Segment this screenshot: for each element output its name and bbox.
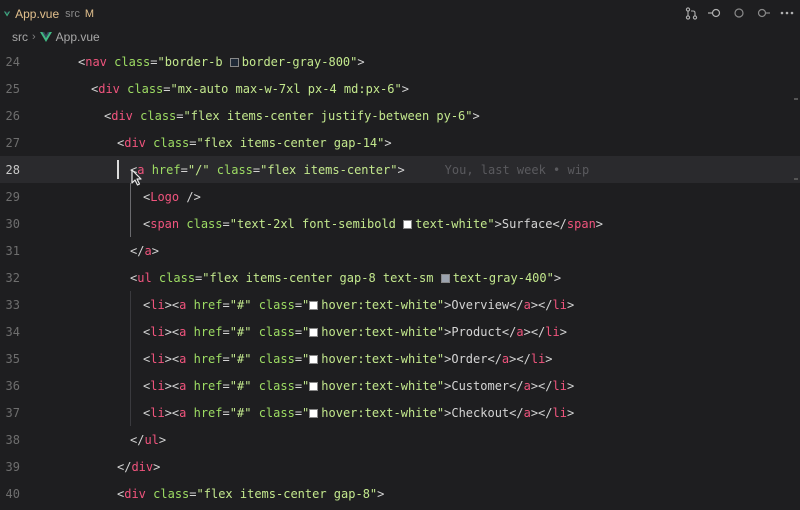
git-blame-annotation: You, last week • wip	[444, 162, 590, 177]
code-line[interactable]: 29 <Logo />	[0, 183, 800, 210]
code-line[interactable]: 34 <li><a href="#" class=" hover:text-whi…	[0, 318, 800, 345]
color-swatch	[229, 57, 239, 67]
tab-app-vue[interactable]: App.vue src M	[0, 0, 94, 28]
vue-icon	[39, 32, 52, 42]
line-number: 26	[5, 108, 20, 123]
scrollbar-marker	[794, 178, 798, 180]
tab-filename: App.vue	[15, 7, 60, 21]
color-swatch	[309, 327, 319, 337]
tab-directory: src	[65, 8, 80, 20]
code-line[interactable]: 38 </ul>	[0, 426, 800, 453]
breadcrumb: src › App.vue	[0, 28, 800, 46]
code-line-current[interactable]: 28 <a href="/" class="flex items-center"…	[0, 156, 800, 183]
code-line[interactable]: 32 <ul class="flex items-center gap-8 te…	[0, 264, 800, 291]
line-number: 33	[5, 297, 20, 312]
line-number: 32	[5, 270, 20, 285]
line-number: 28	[5, 162, 20, 177]
color-swatch	[309, 300, 319, 310]
code-line[interactable]: 25 <div class="mx-auto max-w-7xl px-4 md…	[0, 75, 800, 102]
line-number: 31	[5, 243, 20, 258]
code-line[interactable]: 40 <div class="flex items-center gap-8">	[0, 480, 800, 507]
code-line[interactable]: 37 <li><a href="#" class=" hover:text-whi…	[0, 399, 800, 426]
breadcrumb-file[interactable]: App.vue	[56, 30, 100, 44]
text-cursor	[117, 160, 119, 179]
line-number: 29	[5, 189, 20, 204]
mouse-pointer-icon	[131, 169, 142, 186]
line-number: 27	[5, 135, 20, 150]
scrollbar-marker	[794, 98, 798, 100]
color-swatch	[309, 408, 319, 418]
code-line[interactable]: 39 </div>	[0, 453, 800, 480]
color-swatch	[403, 219, 413, 229]
breadcrumb-folder[interactable]: src	[12, 30, 28, 44]
line-number: 38	[5, 432, 20, 447]
line-number: 37	[5, 405, 20, 420]
code-line[interactable]: 33 <li><a href="#" class=" hover:text-whi…	[0, 291, 800, 318]
line-number: 40	[5, 486, 20, 501]
code-line[interactable]: 36 <li><a href="#" class=" hover:text-whi…	[0, 372, 800, 399]
source-control-icon[interactable]	[684, 5, 698, 21]
line-number: 36	[5, 378, 20, 393]
line-number: 25	[5, 81, 20, 96]
line-number: 34	[5, 324, 20, 339]
code-line[interactable]: 31 </a>	[0, 237, 800, 264]
circle-icon[interactable]	[732, 5, 746, 21]
tab-bar: App.vue src M	[0, 0, 800, 28]
more-icon[interactable]	[780, 5, 794, 21]
editor-actions	[684, 5, 794, 21]
line-number: 39	[5, 459, 20, 474]
color-swatch	[309, 354, 319, 364]
color-swatch	[440, 273, 450, 283]
breadcrumb-chevron-icon: ›	[32, 31, 36, 43]
vue-icon	[4, 11, 11, 17]
color-swatch	[309, 381, 319, 391]
line-number: 30	[5, 216, 20, 231]
code-line[interactable]: 24 <nav class="border-b border-gray-800"…	[0, 48, 800, 75]
code-line[interactable]: 27 <div class="flex items-center gap-14"…	[0, 129, 800, 156]
tab-modified-badge: M	[84, 8, 94, 20]
code-line[interactable]: 30 <span class="text-2xl font-semibold t…	[0, 210, 800, 237]
go-forward-icon[interactable]	[756, 5, 770, 21]
line-number: 24	[5, 54, 20, 69]
line-number: 35	[5, 351, 20, 366]
timeline-icon[interactable]	[708, 5, 722, 21]
code-editor[interactable]: 24 <nav class="border-b border-gray-800"…	[0, 48, 800, 510]
code-line[interactable]: 26 <div class="flex items-center justify…	[0, 102, 800, 129]
code-line[interactable]: 35 <li><a href="#" class=" hover:text-whi…	[0, 345, 800, 372]
